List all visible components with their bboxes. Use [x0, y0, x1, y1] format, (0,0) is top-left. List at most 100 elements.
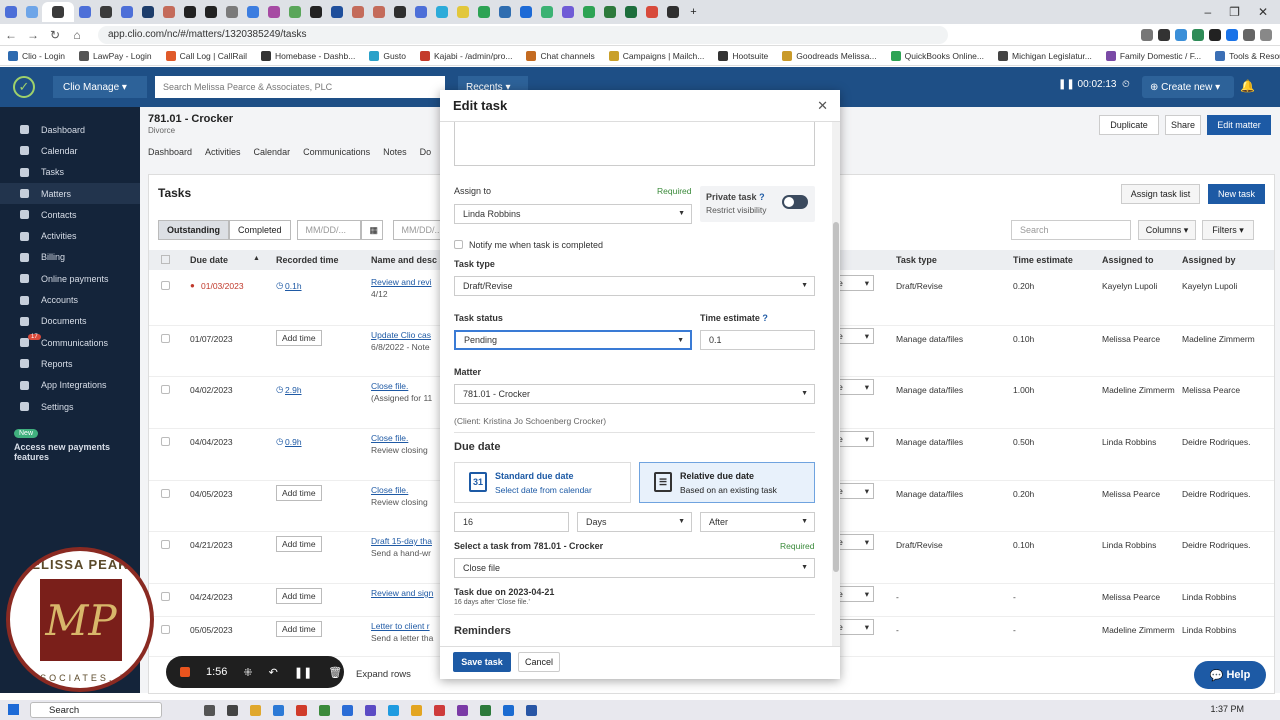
restore-icon[interactable]: ❐: [1229, 5, 1240, 19]
browser-tab[interactable]: [263, 2, 284, 22]
browser-tab[interactable]: [452, 2, 473, 22]
payments-promo[interactable]: New Access new payments features: [8, 427, 132, 473]
col-task-type[interactable]: Task type: [896, 255, 937, 265]
profile-icon[interactable]: [1260, 28, 1272, 41]
date-to-input[interactable]: MM/DD/...: [392, 220, 447, 240]
bookmark[interactable]: LawPay - Login: [79, 50, 152, 61]
description-textarea[interactable]: [454, 122, 815, 166]
back-icon[interactable]: ←: [0, 28, 22, 42]
expand-rows-toggle[interactable]: Expand rows: [356, 669, 411, 680]
grid-icon[interactable]: ⁜: [243, 666, 252, 679]
col-time-estimate[interactable]: Time estimate: [1013, 255, 1073, 265]
help-icon[interactable]: ?: [762, 313, 768, 323]
browser-tab[interactable]: [95, 2, 116, 22]
task-name-link[interactable]: Draft 15-day tha: [371, 536, 432, 546]
taskbar-app-icon[interactable]: [227, 704, 238, 716]
browser-tab[interactable]: [620, 2, 641, 22]
extension-icon[interactable]: [1192, 28, 1204, 41]
clio-check-icon[interactable]: ✓: [13, 76, 35, 98]
timer[interactable]: ❚❚ 00:02:13 ⏲: [1058, 79, 1130, 90]
browser-tab[interactable]: [515, 2, 536, 22]
assign-to-select[interactable]: Linda Robbins ▼: [454, 204, 692, 224]
assign-task-list-button[interactable]: Assign task list: [1121, 184, 1200, 204]
trash-icon[interactable]: 🗑: [328, 666, 342, 679]
global-search-input[interactable]: Search Melissa Pearce & Associates, PLC: [155, 76, 445, 98]
cancel-button[interactable]: Cancel: [518, 652, 560, 672]
add-time-button[interactable]: Add time: [276, 588, 322, 604]
unit-select[interactable]: Days ▼: [577, 512, 692, 532]
edit-matter-button[interactable]: Edit matter: [1207, 115, 1271, 135]
bookmark[interactable]: Gusto: [369, 50, 406, 61]
tab-completed[interactable]: Completed: [229, 220, 291, 240]
browser-tab[interactable]: [200, 2, 221, 22]
app-switcher[interactable]: Clio Manage ▾: [53, 76, 147, 98]
col-assigned-to[interactable]: Assigned to: [1102, 255, 1154, 265]
sidebar-item-documents[interactable]: Documents: [0, 311, 140, 332]
sort-icon[interactable]: ▲: [253, 255, 260, 262]
browser-tab[interactable]: [284, 2, 305, 22]
browser-tab[interactable]: [42, 2, 74, 22]
browser-tab[interactable]: [662, 2, 683, 22]
row-checkbox[interactable]: [161, 625, 170, 634]
sidebar-item-accounts[interactable]: Accounts: [0, 289, 140, 310]
row-checkbox[interactable]: [161, 281, 170, 290]
forward-icon[interactable]: →: [22, 28, 44, 42]
browser-tab[interactable]: [536, 2, 557, 22]
url-field[interactable]: app.clio.com/nc/#/matters/1320385249/tas…: [98, 25, 948, 44]
taskbar-app-icon[interactable]: [319, 704, 330, 716]
col-due-date[interactable]: Due date: [190, 255, 228, 265]
taskbar-app-icon[interactable]: [526, 704, 537, 716]
sidebar-item-online-payments[interactable]: Online payments: [0, 268, 140, 289]
bookmark[interactable]: Call Log | CallRail: [165, 50, 247, 61]
recorded-time-link[interactable]: 0.9h: [285, 437, 302, 447]
task-type-select[interactable]: Draft/Revise ▼: [454, 276, 815, 296]
browser-tab[interactable]: [431, 2, 452, 22]
taskbar-app-icon[interactable]: [388, 704, 399, 716]
matter-tab[interactable]: Communications: [303, 147, 370, 157]
private-toggle[interactable]: [782, 195, 808, 209]
add-time-button[interactable]: Add time: [276, 330, 322, 346]
sidebar-item-reports[interactable]: Reports: [0, 353, 140, 374]
sidebar-item-communications[interactable]: Communications 17: [0, 332, 140, 353]
task-name-link[interactable]: Close file.: [371, 381, 408, 391]
columns-button[interactable]: Columns ▾: [1138, 220, 1196, 240]
browser-tab[interactable]: [21, 2, 42, 22]
task-status-select[interactable]: Pending ▼: [454, 330, 692, 350]
extension-icon[interactable]: [1175, 28, 1187, 41]
tab-outstanding[interactable]: Outstanding: [158, 220, 229, 240]
matter-tab[interactable]: Calendar: [254, 147, 291, 157]
task-name-link[interactable]: Close file.: [371, 485, 408, 495]
help-button[interactable]: 💬 Help: [1194, 661, 1266, 689]
browser-tab[interactable]: [179, 2, 200, 22]
notify-checkbox[interactable]: [454, 240, 463, 249]
recorded-time-link[interactable]: 2.9h: [285, 385, 302, 395]
new-tab-icon[interactable]: +: [683, 2, 704, 22]
reload-icon[interactable]: ↻: [44, 28, 66, 42]
bookmark[interactable]: Hootsuite: [718, 50, 768, 61]
row-checkbox[interactable]: [161, 334, 170, 343]
bookmark[interactable]: Kajabi - /admin/pro...: [420, 50, 512, 61]
close-window-icon[interactable]: ✕: [1258, 5, 1268, 19]
row-checkbox[interactable]: [161, 540, 170, 549]
col-recorded-time[interactable]: Recorded time: [276, 255, 339, 265]
select-task-select[interactable]: Close file ▼: [454, 558, 815, 578]
add-time-button[interactable]: Add time: [276, 621, 322, 637]
task-name-link[interactable]: Update Clio cas: [371, 330, 431, 340]
row-checkbox[interactable]: [161, 592, 170, 601]
matter-select[interactable]: 781.01 - Crocker ▼: [454, 384, 815, 404]
sidebar-item-calendar[interactable]: Calendar: [0, 140, 140, 161]
extension-icon[interactable]: [1141, 28, 1153, 41]
matter-tab[interactable]: Notes: [383, 147, 407, 157]
row-checkbox[interactable]: [161, 489, 170, 498]
browser-tab[interactable]: [410, 2, 431, 22]
home-icon[interactable]: ⌂: [66, 28, 88, 42]
browser-tab[interactable]: [221, 2, 242, 22]
browser-tab[interactable]: [74, 2, 95, 22]
extension-icon[interactable]: [1158, 28, 1170, 41]
pause-icon[interactable]: ❚❚: [294, 666, 312, 679]
share-button[interactable]: Share: [1165, 115, 1201, 135]
browser-tab[interactable]: [158, 2, 179, 22]
browser-tab[interactable]: [641, 2, 662, 22]
duplicate-button[interactable]: Duplicate: [1099, 115, 1159, 135]
row-checkbox[interactable]: [161, 437, 170, 446]
